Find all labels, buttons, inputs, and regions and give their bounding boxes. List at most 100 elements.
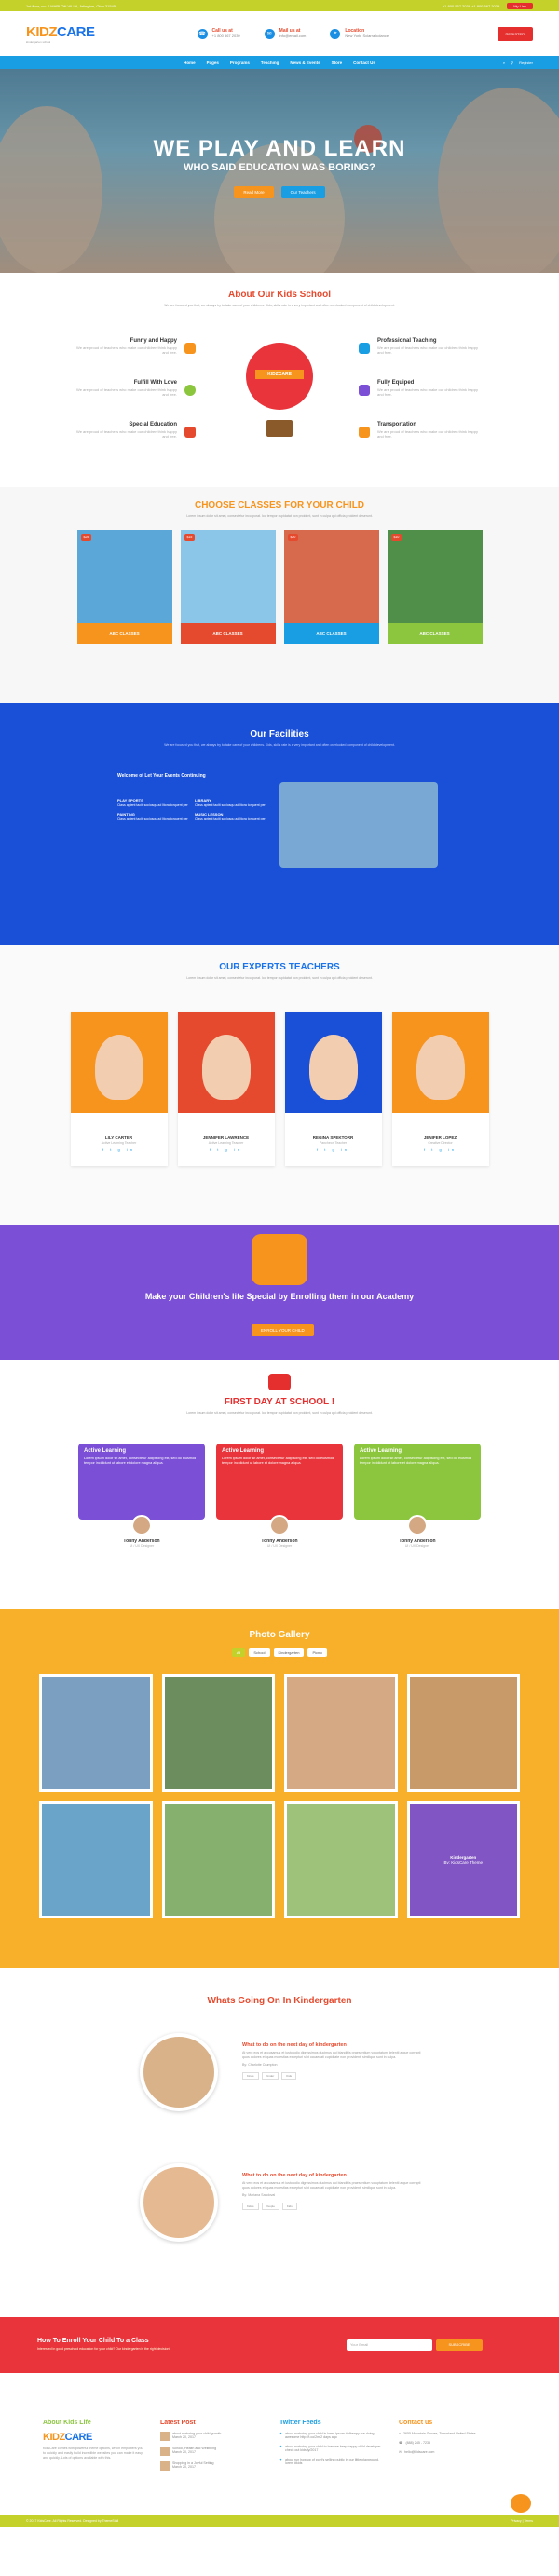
enroll-button[interactable]: ENROLL YOUR CHILD	[252, 1324, 314, 1336]
gallery-image[interactable]	[39, 1801, 153, 1918]
footer-post-item[interactable]: School, Health and Wellbeing March 20, 20…	[160, 2447, 263, 2456]
feature-transport: Transportation We are proud of teachers w…	[377, 422, 480, 439]
footer-about-text: KidsCare comes with powerful theme optio…	[43, 2447, 143, 2460]
email-input[interactable]: Your Email	[347, 2339, 432, 2351]
footer-logo[interactable]: KIDZCARE	[43, 2432, 145, 2443]
filter-kindergarten[interactable]: Kindergarten	[273, 1648, 305, 1657]
class-card[interactable]: ABC CLASSES $15	[180, 530, 276, 649]
footer: About Kids Life KIDZCARE KidsCare comes …	[0, 2373, 559, 2527]
post-title[interactable]: What to do on the next day of kindergart…	[242, 2042, 429, 2048]
gallery-image[interactable]: Kindergarten By: KidsCare Theme	[406, 1801, 520, 1918]
contact-address-text: 3655 Mountain Groves, Tomorland United S…	[403, 2432, 476, 2435]
footer-post-item[interactable]: about nurturing your child growth March 2…	[160, 2432, 263, 2441]
school-bag-icon	[268, 1374, 291, 1390]
teacher-role: Active Learning Teacher	[101, 1141, 137, 1145]
logo-tagline: kindergarten school	[26, 39, 51, 44]
gallery-section: Photo Gallery All School Kindergarten Pi…	[0, 1609, 559, 1968]
bottom-links[interactable]: Privacy | Terms	[511, 2519, 533, 2523]
login-button[interactable]: My Link	[507, 2, 533, 9]
hero-title: WE PLAY AND LEARN	[153, 136, 406, 161]
first-day-subtitle: Lorem ipsum dolor sit amet, consectetur …	[186, 1411, 373, 1415]
nav-item-teaching[interactable]: Teaching	[261, 61, 279, 65]
class-card[interactable]: ABC CLASSES $25	[76, 530, 172, 649]
class-card[interactable]: ABC CLASSES $20	[283, 530, 379, 649]
nav-item-home[interactable]: Home	[184, 61, 196, 65]
gallery-image[interactable]	[39, 1674, 153, 1792]
social-icons[interactable]: f t g in	[392, 1147, 489, 1152]
footer-post-date: March 20, 2017	[172, 2435, 196, 2439]
search-icon[interactable]: ⌕	[503, 61, 505, 65]
testimonial-title: Active Learning	[84, 1448, 127, 1454]
main-nav: Home Pages Programs Teaching News & Even…	[0, 56, 559, 69]
facilities-subtitle: We are focused you that, we always try t…	[164, 743, 395, 747]
facilities-image	[280, 782, 438, 868]
mail-value[interactable]: info@email.com	[280, 34, 307, 38]
gallery-image[interactable]	[284, 1801, 398, 1918]
tweet-text: about run how up of poet's selling publi…	[285, 2458, 379, 2465]
nav-item-programs[interactable]: Programs	[230, 61, 250, 65]
post-title[interactable]: What to do on the next day of kindergart…	[242, 2173, 429, 2178]
facility-item: LIBRARY Class aptent taciti sociosqu ad l…	[195, 798, 266, 807]
social-icons[interactable]: f t g in	[285, 1147, 382, 1152]
teacher-card[interactable]: JENIFER LOPEZ Creative Director f t g in	[391, 1012, 489, 1166]
feature-title: Professional Teaching	[377, 338, 437, 344]
teacher-card[interactable]: REGINA SPEKTORR Pancheon Teacher f t g in	[284, 1012, 382, 1166]
hero-subtitle: WHO SAID EDUCATION WAS BORING?	[184, 162, 375, 173]
gallery-image[interactable]	[284, 1674, 398, 1792]
footer-about-title: About Kids Life	[43, 2420, 91, 2426]
location-icon: ⌖	[399, 2432, 402, 2435]
gallery-image[interactable]	[406, 1674, 520, 1792]
phone-icon: ☎	[399, 2441, 403, 2445]
subscribe-button[interactable]: SUBSCRIBE	[436, 2339, 483, 2351]
our-teachers-button[interactable]: Our Teachers	[280, 186, 325, 198]
feature-professional: Professional Teaching We are proud of tea…	[377, 338, 480, 355]
class-card[interactable]: ABC CLASSES $10	[387, 530, 483, 649]
teachers-subtitle: Lorem ipsum dolor sit amet, consectetur …	[186, 976, 373, 980]
nav-item-contact[interactable]: Contact Us	[353, 61, 375, 65]
filter-all[interactable]: All	[231, 1648, 246, 1657]
teacher-card[interactable]: JENNIFER LAWRENCE Active Learning Teacher…	[177, 1012, 275, 1166]
filter-school[interactable]: School	[249, 1648, 270, 1657]
logo[interactable]: KIDZCARE kindergarten school	[26, 24, 95, 44]
post-image[interactable]	[140, 2163, 218, 2242]
class-price-badge: $10	[390, 534, 402, 541]
teacher-photo	[94, 1035, 143, 1100]
filter-picnic[interactable]: Picnic	[307, 1648, 328, 1657]
gallery-image[interactable]	[161, 1674, 275, 1792]
class-image	[180, 530, 276, 623]
read-more-button[interactable]: Read More	[234, 186, 274, 198]
nav-item-pages[interactable]: Pages	[207, 61, 219, 65]
testimonial-text: Lorem ipsum dolor sit amet, consectetur …	[360, 1457, 472, 1465]
post-tag[interactable]: People	[261, 2203, 280, 2210]
contact-email[interactable]: ✉ hello@kidscare.com	[399, 2450, 501, 2454]
footer-post-date: March 20, 2017	[172, 2450, 196, 2454]
nav-item-store[interactable]: Store	[332, 61, 343, 65]
social-icons[interactable]: f t g in	[71, 1147, 168, 1152]
post-image[interactable]	[140, 2033, 218, 2111]
cart-icon[interactable]: ⚲	[511, 61, 513, 65]
teacher-card[interactable]: LILY CARTER Active Learning Teacher f t g …	[70, 1012, 168, 1166]
post-tag[interactable]: Kidds	[242, 2203, 259, 2210]
footer-post-item[interactable]: Shopping in a Joyful Setting March 20, 20…	[160, 2461, 263, 2471]
teacher-photo	[416, 1035, 465, 1100]
feature-text: We are proud of teachers who make our ch…	[76, 387, 177, 397]
feature-text: We are proud of teachers who make our ch…	[377, 429, 478, 439]
nav-item-news[interactable]: News & Events	[290, 61, 320, 65]
teacher-name: REGINA SPEKTORR	[312, 1135, 354, 1140]
feature-title: Transportation	[377, 422, 417, 427]
location-icon: ⌖	[330, 28, 341, 39]
register-button[interactable]: REGISTER	[497, 26, 533, 41]
footer-about: About Kids Life KIDZCARE KidsCare comes …	[43, 2420, 145, 2461]
post-tag[interactable]: Kids	[281, 2203, 297, 2210]
contact-address: ⌖ 3655 Mountain Groves, Tomorland United …	[399, 2432, 501, 2435]
nav-register-link[interactable]: Register	[519, 61, 533, 65]
feature-text: We are proud of teachers who make our ch…	[76, 346, 177, 355]
post-tag[interactable]: Kids	[281, 2072, 297, 2080]
post-tag[interactable]: Kinder	[261, 2072, 280, 2080]
news-section: Whats Going On In Kindergarten What to d…	[0, 1968, 559, 2317]
testimonial-card: Active Learning Lorem ipsum dolor sit ame…	[354, 1444, 481, 1548]
mail-icon: ✉	[399, 2450, 402, 2454]
social-icons[interactable]: f t g in	[178, 1147, 275, 1152]
post-tag[interactable]: Kinds	[242, 2072, 259, 2080]
gallery-image[interactable]	[161, 1801, 275, 1918]
